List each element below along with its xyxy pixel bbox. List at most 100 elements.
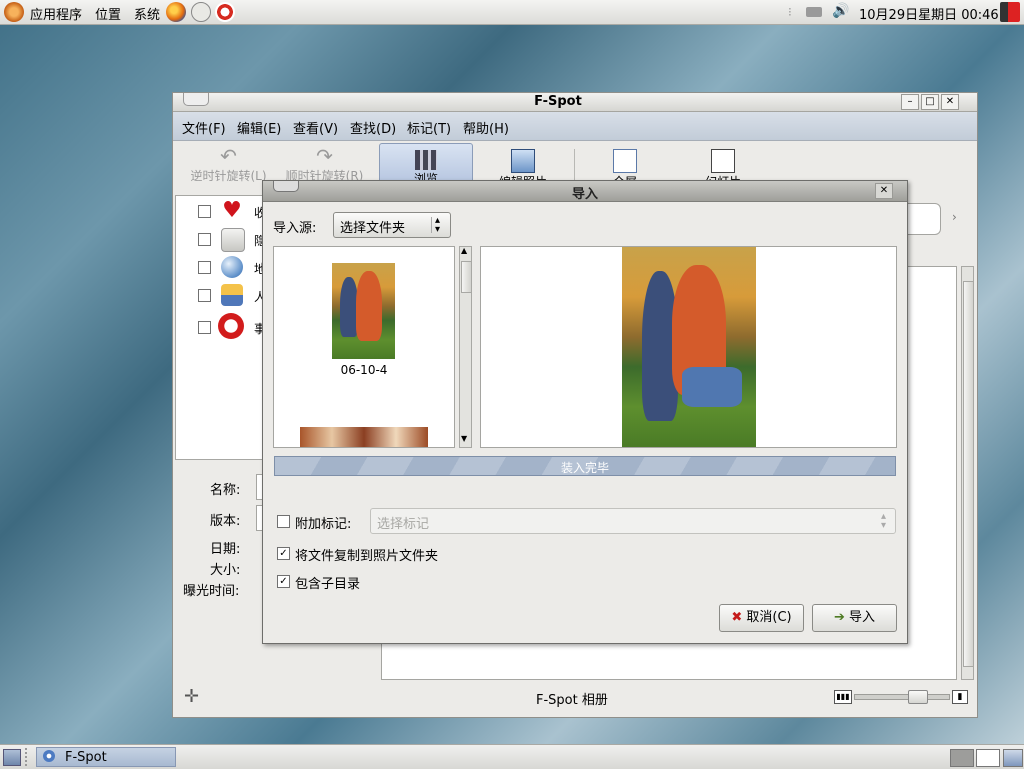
import-label: 导入 <box>849 610 876 625</box>
info-version-label: 版本: <box>210 514 241 529</box>
info-date-label: 日期: <box>210 542 241 557</box>
tag-checkbox-events[interactable] <box>198 321 211 334</box>
volume-icon[interactable]: 🔊 <box>832 3 849 19</box>
people-icon <box>221 284 243 306</box>
thumbnail-scrollbar[interactable]: ▲ ▼ <box>459 246 472 448</box>
taskbar-fspot-label: F-Spot <box>65 750 107 765</box>
panel-separator: ⁝ <box>788 5 792 19</box>
network-icon[interactable] <box>806 7 822 17</box>
browse-grid-icon <box>415 150 437 170</box>
tag-checkbox-places[interactable] <box>198 261 211 274</box>
add-tag-icon[interactable]: ✛ <box>184 686 199 707</box>
attach-tag-checkbox[interactable] <box>277 515 290 528</box>
preview-jeans <box>682 367 742 407</box>
scroll-down-icon[interactable]: ▼ <box>461 434 467 443</box>
import-preview <box>480 246 897 448</box>
include-subdirs-checkbox[interactable]: ✓ <box>277 575 290 588</box>
globe-icon <box>221 256 243 278</box>
scroll-up-icon[interactable]: ▲ <box>461 246 467 255</box>
attach-tag-select[interactable]: 选择标记 ▴ ▾ <box>370 508 896 534</box>
close-button[interactable]: ✕ <box>941 94 959 110</box>
show-desktop-icon[interactable] <box>3 749 21 766</box>
menu-tags[interactable]: 标记(T) <box>407 118 451 137</box>
cancel-button[interactable]: ✖ 取消(C) <box>719 604 804 632</box>
clock-icon <box>218 313 244 339</box>
copy-files-label[interactable]: 将文件复制到照片文件夹 <box>295 545 438 564</box>
copy-files-checkbox[interactable]: ✓ <box>277 547 290 560</box>
cancel-icon: ✖ <box>731 610 743 625</box>
menu-system[interactable]: 系统 <box>134 4 160 23</box>
mail-icon[interactable] <box>191 2 211 22</box>
photo-mother <box>356 271 382 341</box>
attach-tag-label[interactable]: 附加标记: <box>295 513 351 532</box>
fullscreen-icon <box>613 149 637 173</box>
import-source-select[interactable]: 选择文件夹 ▴ ▾ <box>333 212 451 238</box>
menu-find[interactable]: 查找(D) <box>350 118 396 137</box>
rotate-right-button[interactable]: ↷ 顺时针旋转(R) <box>277 145 372 184</box>
import-dialog-title: 导入 <box>571 187 598 202</box>
thumbnail-caption: 06-10-4 <box>340 363 388 377</box>
slideshow-icon <box>711 149 735 173</box>
zoom-out-icon[interactable]: ▮▮▮ <box>834 690 852 704</box>
minimize-button[interactable]: – <box>901 94 919 110</box>
menu-view[interactable]: 查看(V) <box>293 118 338 137</box>
tag-checkbox-favorites[interactable] <box>198 205 211 218</box>
thumbnail-photo[interactable] <box>332 263 395 359</box>
menu-edit[interactable]: 编辑(E) <box>237 118 281 137</box>
workspace-2[interactable] <box>976 749 1000 767</box>
main-window-title: F-Spot <box>534 94 582 109</box>
import-source-value: 选择文件夹 <box>340 221 406 236</box>
menu-help[interactable]: 帮助(H) <box>463 118 509 137</box>
select-divider <box>431 217 432 233</box>
import-dialog: 导入 ✕ 导入源: 选择文件夹 ▴ ▾ 06-10-4 ▲ ▼ 装入完毕 附加标记… <box>262 180 908 644</box>
rotate-right-icon: ↷ <box>316 144 333 168</box>
logout-icon[interactable] <box>1000 2 1020 22</box>
rotate-left-button[interactable]: ↶ 逆时针旋转(L) <box>181 145 276 184</box>
menu-places[interactable]: 位置 <box>95 4 121 23</box>
lock-icon <box>221 228 245 252</box>
import-thumbnail-list[interactable]: 06-10-4 <box>273 246 455 448</box>
main-titlebar[interactable]: F-Spot – □ ✕ <box>173 93 977 112</box>
include-subdirs-label[interactable]: 包含子目录 <box>295 573 360 592</box>
fspot-task-icon <box>43 750 55 762</box>
search-arrow-icon[interactable]: › <box>952 210 957 224</box>
zoom-slider-thumb[interactable] <box>908 690 928 704</box>
attach-tag-arrows-icon: ▴ ▾ <box>881 511 887 531</box>
main-menubar: 文件(F) 编辑(E) 查看(V) 查找(D) 标记(T) 帮助(H) <box>173 112 977 141</box>
workspace-1[interactable] <box>950 749 974 767</box>
browse-scroll-thumb[interactable] <box>963 281 974 667</box>
rotate-left-icon: ↶ <box>220 144 237 168</box>
rotate-left-label: 逆时针旋转(L) <box>190 169 267 183</box>
import-source-label: 导入源: <box>273 221 317 236</box>
import-icon: ➔ <box>833 610 845 625</box>
import-button[interactable]: ➔ 导入 <box>812 604 897 632</box>
maximize-button[interactable]: □ <box>921 94 939 110</box>
help-lifebuoy-icon[interactable] <box>215 2 235 22</box>
tag-checkbox-hidden[interactable] <box>198 233 211 246</box>
browse-scrollbar[interactable] <box>961 266 974 680</box>
import-dialog-titlebar[interactable]: 导入 ✕ <box>263 181 907 202</box>
firefox-icon[interactable] <box>166 2 186 22</box>
attach-tag-placeholder: 选择标记 <box>377 517 430 532</box>
thumbnail-photo-2[interactable] <box>300 427 428 447</box>
top-panel: 应用程序 位置 系统 ⁝ 🔊 10月29日星期日 00:46 <box>0 0 1024 25</box>
thumbnail-scroll-thumb[interactable] <box>461 261 472 293</box>
info-size-label: 大小: <box>210 563 241 578</box>
import-progress-bar: 装入完毕 <box>274 456 896 476</box>
zoom-slider[interactable] <box>854 690 950 704</box>
progress-text: 装入完毕 <box>560 461 609 475</box>
tag-checkbox-people[interactable] <box>198 289 211 302</box>
status-text: F-Spot 相册 <box>536 693 608 708</box>
info-name-label: 名称: <box>210 483 241 498</box>
preview-photo <box>622 247 756 447</box>
zoom-in-icon[interactable]: ▮ <box>952 690 968 704</box>
menu-file[interactable]: 文件(F) <box>182 118 226 137</box>
dialog-close-button[interactable]: ✕ <box>875 183 893 199</box>
trash-icon[interactable] <box>1003 749 1023 767</box>
panel-handle <box>25 748 33 766</box>
ubuntu-logo-icon[interactable] <box>4 2 24 22</box>
taskbar-fspot[interactable]: F-Spot <box>36 747 176 767</box>
menu-applications[interactable]: 应用程序 <box>30 4 82 23</box>
select-arrows-icon: ▴ ▾ <box>435 215 441 235</box>
clock[interactable]: 10月29日星期日 00:46 <box>859 4 999 23</box>
